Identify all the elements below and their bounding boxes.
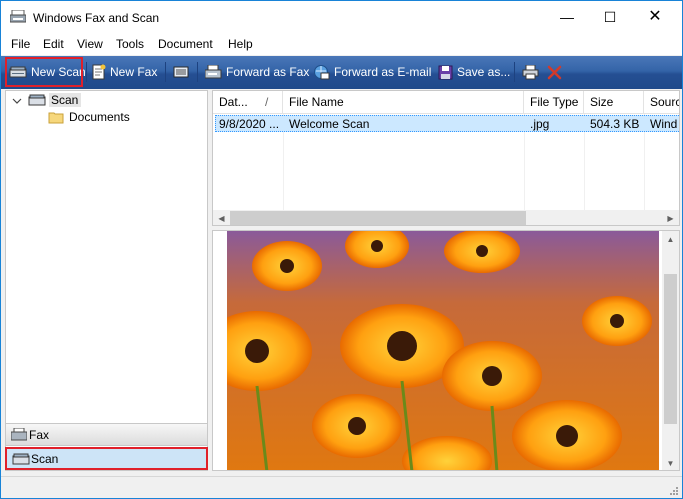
toolbar-separator — [197, 62, 198, 82]
scroll-left-arrow-icon[interactable]: ◀ — [213, 210, 230, 225]
column-header-size[interactable]: Size — [584, 91, 644, 113]
column-header-date-label: Dat... — [219, 95, 248, 109]
horizontal-scroll-thumb[interactable] — [230, 211, 526, 225]
cell-date: 9/8/2020 ... — [219, 117, 280, 131]
vertical-scrollbar[interactable]: ▲ ▼ — [662, 231, 679, 470]
sort-indicator: / — [265, 95, 269, 109]
scroll-right-arrow-icon[interactable]: ▶ — [662, 210, 679, 225]
cover-page-button[interactable] — [173, 59, 193, 85]
folder-tree-pane: Scan Documents — [5, 90, 208, 471]
menu-view[interactable]: View — [77, 37, 103, 51]
nav-fax-label: Fax — [29, 427, 50, 442]
tree-item-scan[interactable]: Scan — [28, 91, 82, 108]
print-icon — [522, 64, 539, 79]
nav-scan-button[interactable]: Scan — [5, 447, 208, 470]
scroll-down-arrow-icon[interactable]: ▼ — [662, 455, 679, 470]
scroll-up-arrow-icon[interactable]: ▲ — [662, 231, 679, 248]
view-switcher: Fax Scan — [5, 421, 208, 473]
window-title: Windows Fax and Scan — [33, 11, 160, 25]
save-as-button[interactable]: Save as... — [438, 59, 510, 85]
delete-button[interactable] — [547, 59, 566, 85]
new-fax-button[interactable]: New Fax — [92, 59, 157, 85]
cell-file-name: Welcome Scan — [289, 117, 370, 131]
forward-as-fax-button[interactable]: Forward as Fax — [205, 59, 309, 85]
scanner-icon — [28, 94, 46, 105]
column-header-file-type[interactable]: File Type — [524, 91, 584, 113]
save-as-label: Save as... — [457, 65, 511, 79]
preview-pane: ▲ ▼ — [212, 230, 680, 471]
maximize-button[interactable]: ☐ — [587, 1, 633, 33]
column-header-source[interactable]: Sourc — [644, 91, 679, 113]
nav-fax-button[interactable]: Fax — [5, 423, 208, 446]
menu-document[interactable]: Document — [158, 37, 213, 51]
toolbar-separator — [514, 62, 515, 82]
tree-item-documents-label: Documents — [69, 109, 130, 124]
new-fax-icon — [92, 64, 106, 80]
resize-grip-icon[interactable] — [668, 485, 678, 495]
menu-file[interactable]: File — [11, 37, 30, 51]
forward-as-email-button[interactable]: Forward as E-mail — [313, 59, 431, 85]
collapse-caret-icon[interactable] — [12, 96, 22, 106]
folder-icon — [48, 112, 64, 123]
cell-size: 504.3 KB — [590, 117, 640, 131]
column-header-file-name[interactable]: File Name — [283, 91, 524, 113]
forward-fax-icon — [205, 64, 222, 78]
nav-scan-label: Scan — [31, 451, 59, 466]
forward-as-email-label: Forward as E-mail — [334, 65, 432, 79]
menu-edit[interactable]: Edit — [43, 37, 64, 51]
menu-tools[interactable]: Tools — [116, 37, 144, 51]
close-button[interactable]: ✕ — [632, 1, 678, 33]
title-bar: Windows Fax and Scan — ☐ ✕ — [1, 1, 682, 33]
print-button[interactable] — [522, 59, 543, 85]
fax-scan-window: Windows Fax and Scan — ☐ ✕ File Edit Vie… — [0, 0, 683, 499]
new-scan-highlight — [5, 57, 83, 87]
scan-preview-image — [227, 231, 659, 470]
cover-page-icon — [173, 66, 189, 78]
horizontal-scrollbar[interactable]: ◀ ▶ — [213, 210, 679, 225]
forward-email-icon — [314, 64, 330, 79]
toolbar-separator — [86, 62, 87, 82]
forward-as-fax-label: Forward as Fax — [226, 65, 310, 79]
scanner-icon — [12, 453, 30, 464]
minimize-button[interactable]: — — [544, 1, 590, 33]
menu-help[interactable]: Help — [228, 37, 253, 51]
status-bar — [1, 476, 682, 498]
toolbar-separator — [165, 62, 166, 82]
tree-item-scan-label: Scan — [49, 92, 82, 107]
new-fax-label: New Fax — [110, 65, 158, 79]
cell-source: Wind — [650, 117, 678, 131]
column-header-date[interactable]: Dat... / — [213, 91, 283, 113]
toolbar: New Scan New Fax Forward as Fax Forward … — [1, 56, 682, 89]
menu-bar: File Edit View Tools Document Help — [1, 33, 682, 55]
document-list: Dat... / File Name File Type Size Sourc … — [212, 90, 680, 226]
vertical-scroll-thumb[interactable] — [664, 274, 677, 424]
fax-icon — [11, 428, 27, 441]
cell-file-type: .jpg — [530, 117, 550, 131]
tree-item-documents[interactable]: Documents — [48, 108, 130, 125]
delete-icon — [547, 65, 562, 79]
app-icon — [10, 10, 26, 23]
save-icon — [438, 65, 453, 79]
